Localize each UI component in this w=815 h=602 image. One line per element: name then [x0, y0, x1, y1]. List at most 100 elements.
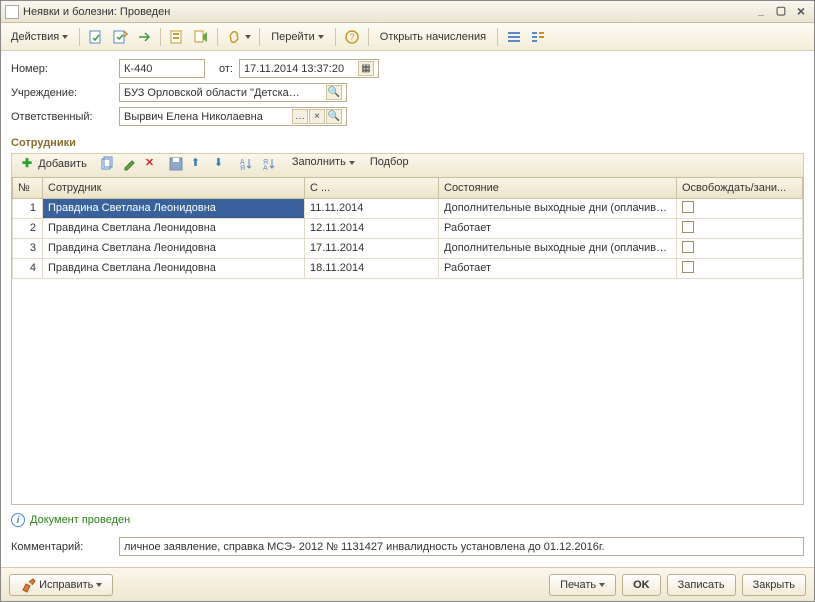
fix-icon — [20, 577, 36, 593]
cell-num: 3 — [13, 238, 43, 258]
date-value: 17.11.2014 13:37:20 — [244, 63, 344, 75]
navigate-button[interactable] — [133, 26, 155, 48]
cell-employee: Правдина Светлана Леонидовна — [43, 258, 305, 278]
open-calculations-label: Открыть начисления — [380, 31, 486, 43]
employees-grid[interactable]: № Сотрудник С ... Состояние Освобождать/… — [11, 177, 804, 505]
cell-free[interactable] — [677, 238, 803, 258]
copy-row-button[interactable] — [99, 156, 119, 176]
cell-employee: Правдина Светлана Леонидовна — [43, 238, 305, 258]
status-text: Документ проведен — [30, 514, 130, 526]
document-icon — [5, 5, 19, 19]
sort-asc-button[interactable]: AЯ — [237, 156, 257, 176]
checkbox-icon[interactable] — [682, 261, 694, 273]
status-row: i Документ проведен — [11, 513, 804, 527]
svg-text:Я: Я — [240, 165, 245, 172]
calendar-icon[interactable]: ▦ — [358, 61, 374, 76]
cell-from: 17.11.2014 — [305, 238, 439, 258]
date-input[interactable]: 17.11.2014 13:37:20 ▦ — [239, 59, 379, 78]
cell-state: Работает — [439, 218, 677, 238]
comment-input[interactable]: личное заявление, справка МСЭ- 2012 № 11… — [119, 537, 804, 556]
checkbox-icon[interactable] — [682, 241, 694, 253]
col-state[interactable]: Состояние — [439, 178, 677, 198]
arrow-down-icon: ⬇ — [214, 157, 223, 169]
repost-button[interactable] — [109, 26, 131, 48]
checkbox-icon[interactable] — [682, 221, 694, 233]
move-down-button[interactable]: ⬇ — [214, 156, 234, 176]
org-label: Учреждение: — [11, 87, 119, 99]
pick-button[interactable]: Подбор — [364, 156, 415, 176]
cell-from: 12.11.2014 — [305, 218, 439, 238]
cell-state: Дополнительные выходные дни (оплачивае..… — [439, 238, 677, 258]
post-button[interactable] — [85, 26, 107, 48]
responsible-input[interactable]: Вырвич Елена Николаевна … × 🔍 — [119, 107, 347, 126]
table-row[interactable]: 3Правдина Светлана Леонидовна17.11.2014Д… — [13, 238, 803, 258]
arrow-up-icon: ⬆ — [191, 157, 200, 169]
actions-label: Действия — [11, 31, 59, 43]
svg-text:?: ? — [349, 32, 354, 42]
col-free[interactable]: Освобождать/зани... — [677, 178, 803, 198]
org-value: БУЗ Орловской области "Детская г ... — [124, 87, 304, 99]
sort-desc-button[interactable]: ЯA — [260, 156, 280, 176]
cell-from: 11.11.2014 — [305, 198, 439, 218]
number-label: Номер: — [11, 63, 119, 75]
save-row-button[interactable] — [168, 156, 188, 176]
cell-employee: Правдина Светлана Леонидовна — [43, 198, 305, 218]
fill-menu[interactable]: Заполнить — [286, 156, 361, 176]
help-button[interactable]: ? — [341, 26, 363, 48]
save-label: Записать — [678, 579, 725, 591]
cell-state: Работает — [439, 258, 677, 278]
close-label: Закрыть — [753, 579, 795, 591]
cell-from: 18.11.2014 — [305, 258, 439, 278]
add-row-button[interactable]: ✚ Добавить — [16, 156, 93, 176]
lookup-icon[interactable]: 🔍 — [326, 85, 342, 100]
number-input[interactable]: К-440 — [119, 59, 205, 78]
number-value: К-440 — [124, 63, 152, 75]
structure-button[interactable] — [166, 26, 188, 48]
org-input[interactable]: БУЗ Орловской области "Детская г ... 🔍 — [119, 83, 347, 102]
delete-row-button[interactable]: ✕ — [145, 156, 165, 176]
maximize-button[interactable]: ▢ — [772, 4, 790, 20]
list-view-button[interactable] — [503, 26, 525, 48]
clear-icon[interactable]: × — [309, 109, 325, 124]
comment-label: Комментарий: — [11, 541, 119, 553]
linked-docs-button[interactable] — [223, 26, 254, 48]
cell-state: Дополнительные выходные дни (оплачивае..… — [439, 198, 677, 218]
save-button[interactable]: Записать — [667, 574, 736, 596]
date-label: от: — [219, 63, 233, 75]
col-employee[interactable]: Сотрудник — [43, 178, 305, 198]
actions-menu[interactable]: Действия — [5, 26, 74, 48]
movements-button[interactable] — [190, 26, 212, 48]
fix-button[interactable]: Исправить — [9, 574, 113, 596]
fill-label: Заполнить — [292, 156, 346, 168]
cell-num: 1 — [13, 198, 43, 218]
col-from[interactable]: С ... — [305, 178, 439, 198]
close-button[interactable]: × — [792, 4, 810, 20]
minimize-button[interactable]: _ — [752, 4, 770, 20]
cell-free[interactable] — [677, 258, 803, 278]
print-label: Печать — [560, 579, 596, 591]
lookup-icon[interactable]: 🔍 — [326, 109, 342, 124]
move-up-button[interactable]: ⬆ — [191, 156, 211, 176]
settings-view-button[interactable] — [527, 26, 549, 48]
plus-icon: ✚ — [22, 156, 32, 170]
table-row[interactable]: 2Правдина Светлана Леонидовна12.11.2014Р… — [13, 218, 803, 238]
edit-row-button[interactable] — [122, 156, 142, 176]
grid-header-row: № Сотрудник С ... Состояние Освобождать/… — [13, 178, 803, 198]
table-row[interactable]: 1Правдина Светлана Леонидовна11.11.2014Д… — [13, 198, 803, 218]
select-icon[interactable]: … — [292, 109, 308, 124]
table-row[interactable]: 4Правдина Светлана Леонидовна18.11.2014Р… — [13, 258, 803, 278]
cell-free[interactable] — [677, 198, 803, 218]
ok-button[interactable]: OK — [622, 574, 661, 596]
close-footer-button[interactable]: Закрыть — [742, 574, 806, 596]
print-button[interactable]: Печать — [549, 574, 616, 596]
open-calculations-button[interactable]: Открыть начисления — [374, 26, 492, 48]
col-num[interactable]: № — [13, 178, 43, 198]
footer-bar: Исправить Печать OK Записать Закрыть — [1, 567, 814, 601]
goto-label: Перейти — [271, 31, 315, 43]
checkbox-icon[interactable] — [682, 201, 694, 213]
section-employees-header: Сотрудники — [11, 137, 804, 149]
cell-num: 2 — [13, 218, 43, 238]
cell-free[interactable] — [677, 218, 803, 238]
goto-menu[interactable]: Перейти — [265, 26, 330, 48]
comment-value: личное заявление, справка МСЭ- 2012 № 11… — [124, 541, 605, 553]
